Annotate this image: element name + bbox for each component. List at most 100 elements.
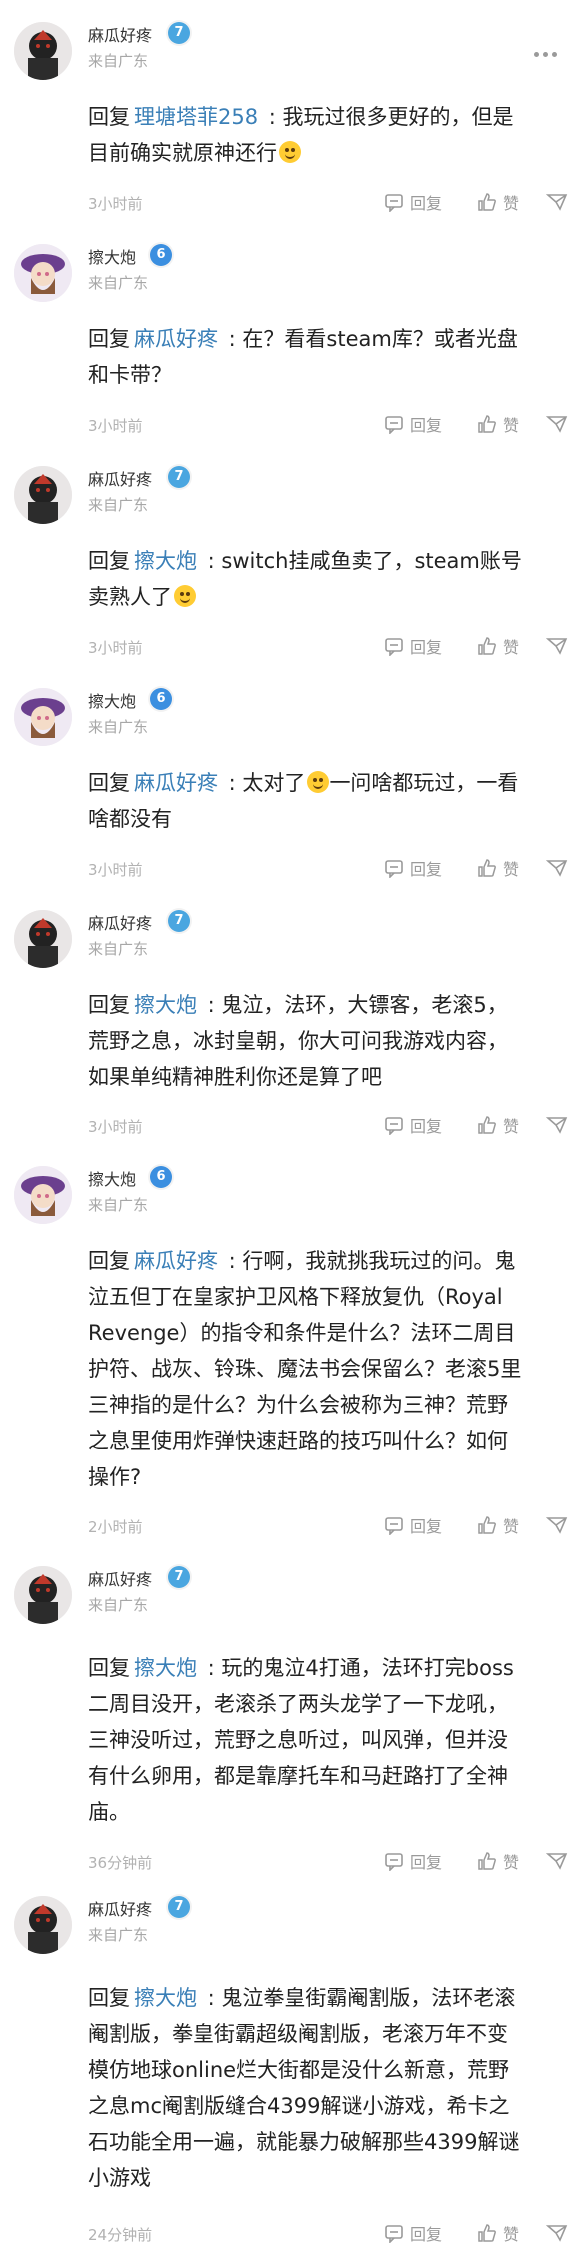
reply-button[interactable]: 回复: [384, 635, 442, 657]
avatar[interactable]: [14, 22, 72, 80]
avatar[interactable]: [14, 910, 72, 968]
mention-link[interactable]: 擦大炮: [134, 993, 197, 1017]
thumb-up-icon: [478, 1516, 496, 1534]
comment-text: 回复 擦大炮 : switch挂咸鱼卖了，steam账号 卖熟人了: [88, 549, 522, 609]
level-badge: 6: [150, 244, 172, 266]
like-button[interactable]: 赞: [477, 635, 519, 657]
comment-icon: [385, 2225, 403, 2243]
share-icon[interactable]: [545, 191, 570, 213]
thumb-up-icon: [478, 415, 496, 433]
comment-item: 麻瓜好疼 7 来自广东 回复 擦大炮 : 鬼泣，法环，大镖客，老滚5， 荒野之息，…: [0, 888, 586, 1144]
comment-icon: [385, 860, 403, 878]
comment-icon: [385, 1853, 403, 1871]
username[interactable]: 擦大炮: [88, 244, 136, 268]
level-badge: 6: [150, 688, 172, 710]
share-icon[interactable]: [545, 1114, 570, 1136]
like-button[interactable]: 赞: [477, 2222, 519, 2244]
location-label: 来自广东: [88, 1926, 149, 1944]
mention-link[interactable]: 麻瓜好疼: [134, 771, 218, 795]
mention-link[interactable]: 擦大炮: [134, 1986, 197, 2010]
grinning-tongue-emoji: [279, 141, 301, 163]
username[interactable]: 麻瓜好疼: [88, 22, 152, 46]
avatar[interactable]: [14, 1896, 72, 1954]
level-badge: 7: [168, 1896, 190, 1918]
timestamp: 3小时前: [88, 195, 143, 213]
avatar[interactable]: [14, 1566, 72, 1624]
comment-item: 麻瓜好疼 7 来自广东 回复 擦大炮 : switch挂咸鱼卖了，steam账号 …: [0, 444, 586, 666]
location-label: 来自广东: [88, 1596, 149, 1614]
location-label: 来自广东: [88, 718, 149, 736]
reply-button[interactable]: 回复: [384, 413, 442, 435]
mention-link[interactable]: 麻瓜好疼: [134, 327, 218, 351]
reply-button[interactable]: 回复: [384, 1114, 442, 1136]
share-icon[interactable]: [545, 2222, 570, 2244]
thumb-up-icon: [478, 637, 496, 655]
comment-icon: [385, 1117, 403, 1135]
level-badge: 7: [168, 910, 190, 932]
location-label: 来自广东: [88, 1196, 149, 1214]
avatar[interactable]: [14, 688, 72, 746]
comment-icon: [385, 1517, 403, 1535]
username[interactable]: 麻瓜好疼: [88, 910, 152, 934]
comment-text: 回复 麻瓜好疼 : 在？看看steam库？或者光盘 和卡带？: [88, 327, 518, 387]
reply-button[interactable]: 回复: [384, 191, 442, 213]
comment-item: 擦大炮 6 来自广东 回复 麻瓜好疼 : 太对了 一问啥都玩过，一看 啥都没有 3小…: [0, 666, 586, 888]
comment-item: 麻瓜好疼 7 来自广东 回复 擦大炮 : 玩的鬼泣4打通，法环打完boss 二周目…: [0, 1544, 586, 1874]
username[interactable]: 麻瓜好疼: [88, 1566, 152, 1590]
reply-word: 回复: [88, 105, 130, 129]
reply-button[interactable]: 回复: [384, 857, 442, 879]
comment-text: 回复 擦大炮 : 鬼泣，法环，大镖客，老滚5， 荒野之息，冰封皇朝，你大可问我游戏…: [88, 993, 508, 1089]
username[interactable]: 麻瓜好疼: [88, 466, 152, 490]
like-button[interactable]: 赞: [477, 1514, 519, 1536]
comment-item: 擦大炮 6 来自广东 回复 麻瓜好疼 : 在？看看steam库？或者光盘 和卡带？…: [0, 222, 586, 444]
level-badge: 6: [150, 1166, 172, 1188]
location-label: 来自广东: [88, 52, 149, 70]
comment-icon: [385, 194, 403, 212]
like-button[interactable]: 赞: [477, 191, 519, 213]
comment-text: 回复 麻瓜好疼 : 行啊，我就挑我玩过的问。鬼 泣五但丁在皇家护卫风格下释放复仇（…: [88, 1249, 522, 1489]
comment-text: 回复 理塘塔菲258 : 我玩过很多更好的，但是 目前确实就原神还行: [88, 105, 514, 165]
timestamp: 36分钟前: [88, 1854, 153, 1872]
share-icon[interactable]: [545, 635, 570, 657]
thumb-up-icon: [478, 1852, 496, 1870]
level-badge: 7: [168, 22, 190, 44]
mention-link[interactable]: 擦大炮: [134, 1656, 197, 1680]
comment-icon: [385, 416, 403, 434]
mention-link[interactable]: 理塘塔菲258: [134, 105, 258, 129]
username[interactable]: 擦大炮: [88, 1166, 136, 1190]
share-icon[interactable]: [545, 1850, 570, 1872]
username[interactable]: 麻瓜好疼: [88, 1896, 152, 1920]
mention-link[interactable]: 麻瓜好疼: [134, 1249, 218, 1273]
share-icon[interactable]: [545, 857, 570, 879]
avatar[interactable]: [14, 466, 72, 524]
comment-item: 麻瓜好疼 7 来自广东 回复 理塘塔菲258 : 我玩过很多更好的，但是 目前确实…: [0, 0, 586, 222]
mention-link[interactable]: 擦大炮: [134, 549, 197, 573]
grinning-tongue-emoji: [174, 585, 196, 607]
timestamp: 3小时前: [88, 417, 143, 435]
location-label: 来自广东: [88, 940, 149, 958]
thumb-up-icon: [478, 1116, 496, 1134]
like-button[interactable]: 赞: [477, 1850, 519, 1872]
username[interactable]: 擦大炮: [88, 688, 136, 712]
like-button[interactable]: 赞: [477, 413, 519, 435]
share-icon[interactable]: [545, 1514, 570, 1536]
comment-text: 回复 麻瓜好疼 : 太对了 一问啥都玩过，一看 啥都没有: [88, 771, 519, 831]
avatar[interactable]: [14, 244, 72, 302]
share-icon[interactable]: [545, 413, 570, 435]
thumb-up-icon: [478, 2224, 496, 2242]
timestamp: 3小时前: [88, 1118, 143, 1136]
reply-button[interactable]: 回复: [384, 2222, 442, 2244]
timestamp: 2小时前: [88, 1518, 143, 1536]
comment-icon: [385, 638, 403, 656]
more-dots-icon[interactable]: [534, 42, 564, 57]
avatar[interactable]: [14, 1166, 72, 1224]
comment-item: 麻瓜好疼 7 来自广东 回复 擦大炮 : 鬼泣拳皇街霸阉割版，法环老滚 阉割版，拳…: [0, 1874, 586, 2257]
like-button[interactable]: 赞: [477, 857, 519, 879]
location-label: 来自广东: [88, 496, 149, 514]
like-button[interactable]: 赞: [477, 1114, 519, 1136]
level-badge: 7: [168, 1566, 190, 1588]
reply-button[interactable]: 回复: [384, 1514, 442, 1536]
timestamp: 3小时前: [88, 639, 143, 657]
reply-button[interactable]: 回复: [384, 1850, 442, 1872]
level-badge: 7: [168, 466, 190, 488]
